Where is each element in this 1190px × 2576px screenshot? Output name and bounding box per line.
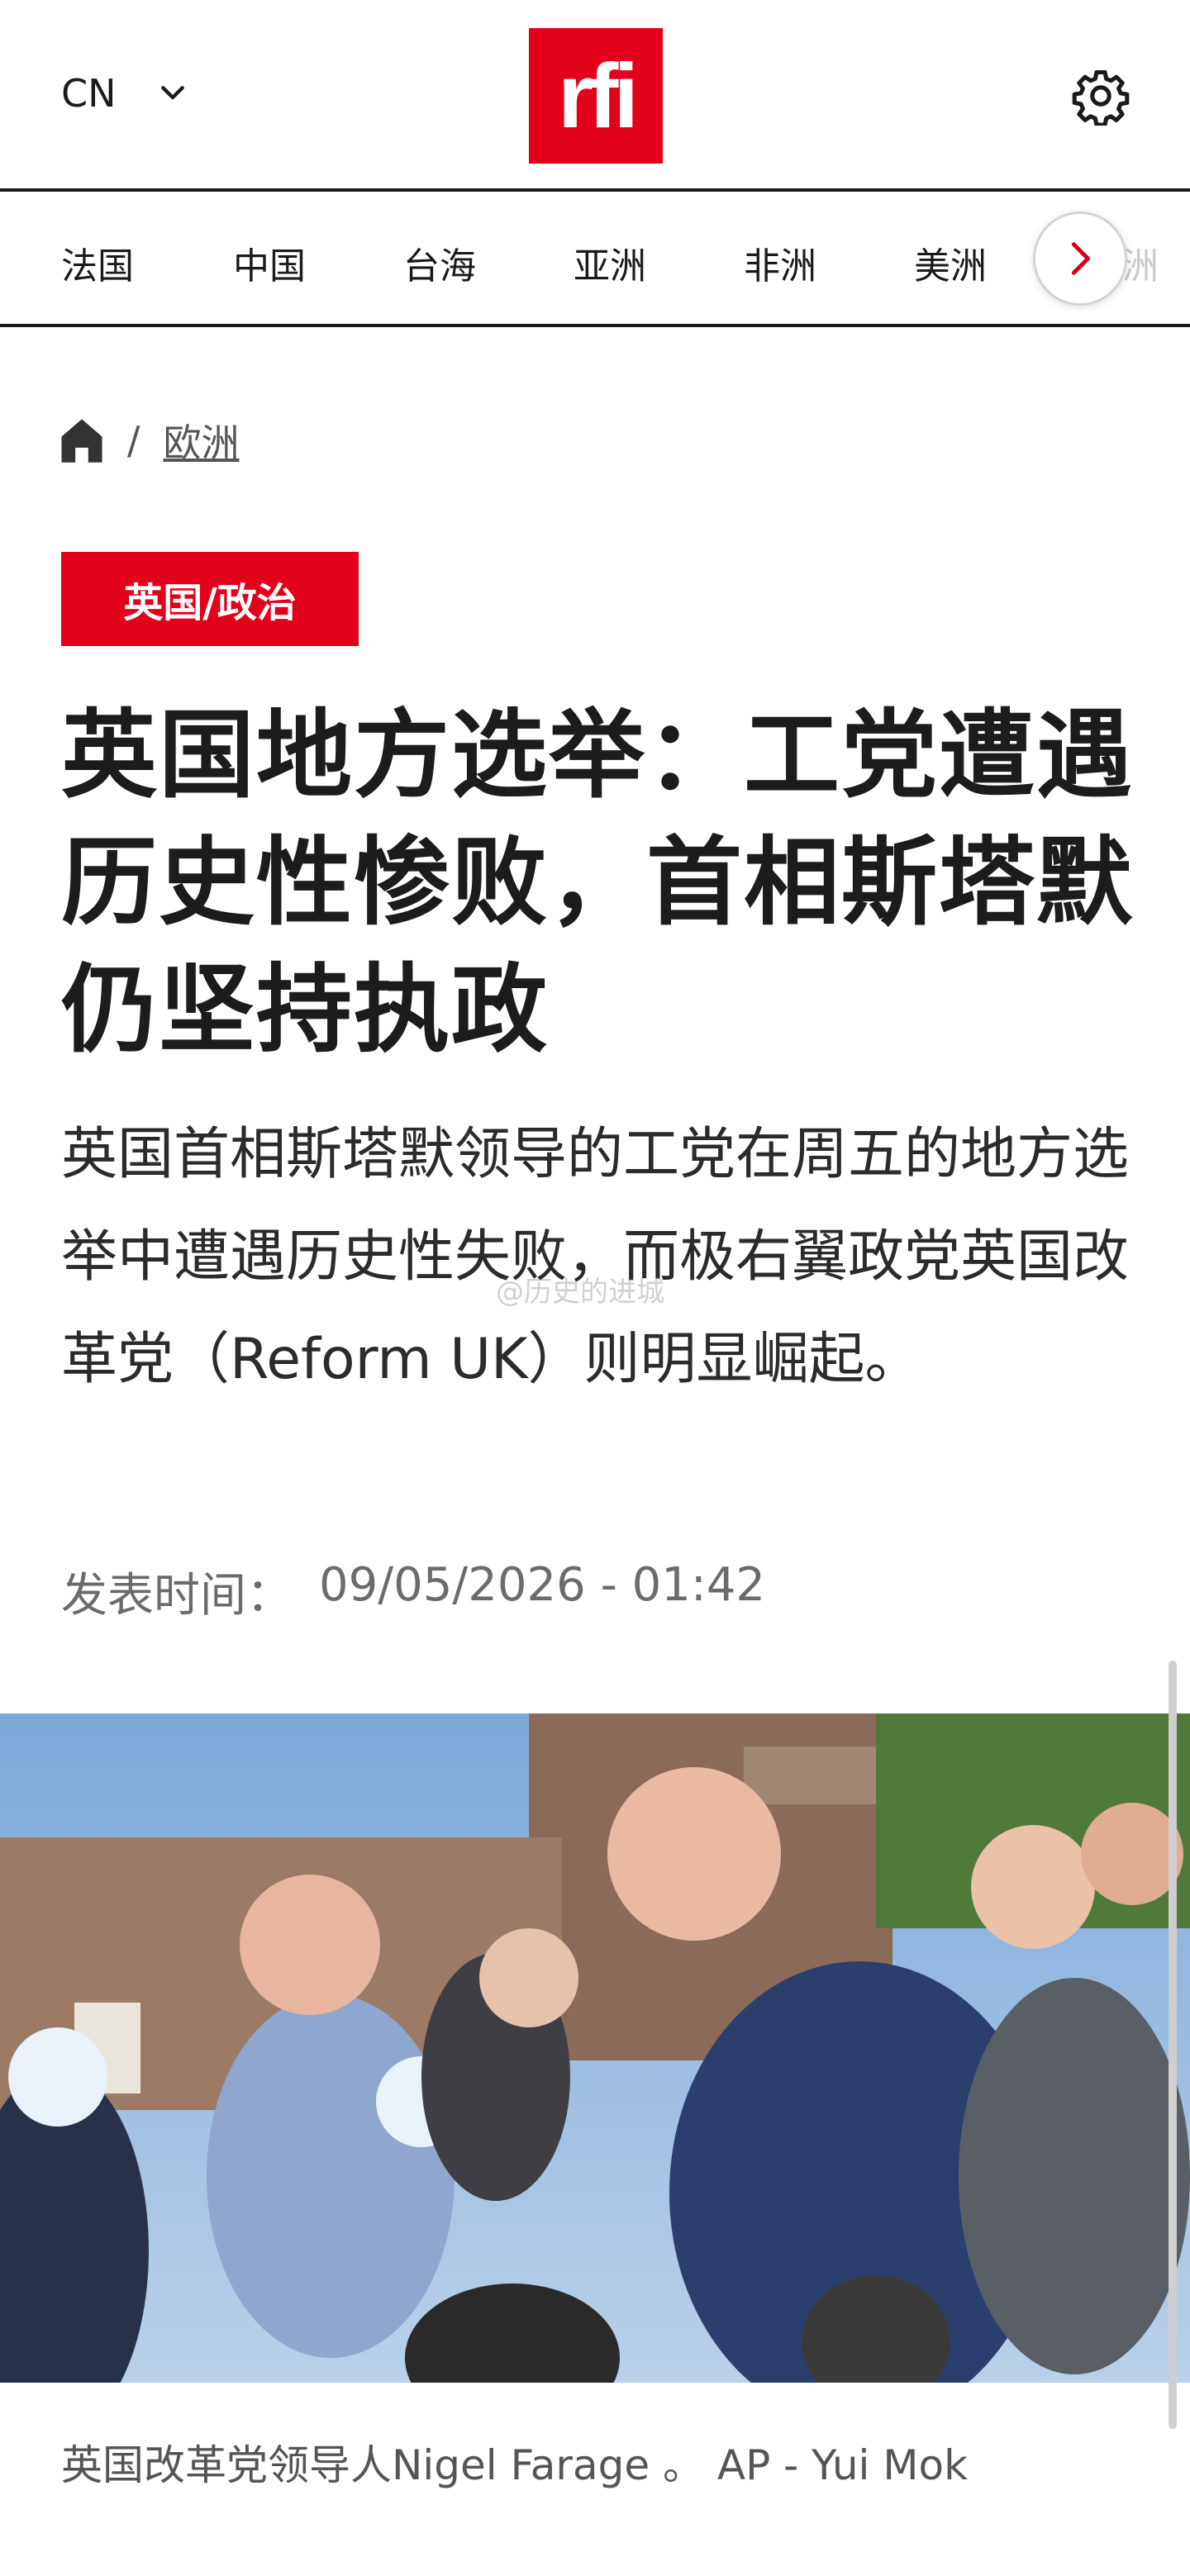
home-icon[interactable] <box>60 416 104 464</box>
page-scrollbar[interactable] <box>1169 1661 1177 2429</box>
nav-scroll-next-button[interactable] <box>1033 211 1127 306</box>
watermark: @历史的进城 <box>496 1276 664 1309</box>
nav-item-asia[interactable]: 亚洲 <box>574 236 646 289</box>
site-header: CN rfi <box>0 0 1190 192</box>
category-nav: 法国 中国 台海 亚洲 非洲 美洲 欧洲 <box>0 195 1190 327</box>
nav-item-china[interactable]: 中国 <box>233 236 306 289</box>
published-label: 发表时间： <box>61 1569 293 1623</box>
article-title: 英国地方选举：工党遭遇历史性惨败，首相斯塔默仍坚持执政 <box>61 700 1134 1066</box>
nav-item-americas[interactable]: 美洲 <box>914 236 987 289</box>
photo-caption: 英国改革党领导人Nigel Farage 。 AP - Yui Mok <box>61 2441 969 2489</box>
language-selector[interactable]: CN <box>61 71 189 116</box>
category-tag[interactable]: 英国/政治 <box>61 552 359 646</box>
photo-illustration <box>0 1713 1190 2383</box>
chevron-down-icon <box>160 86 184 100</box>
language-label: CN <box>61 71 117 116</box>
chevron-right-icon <box>1071 242 1091 275</box>
nav-item-africa[interactable]: 非洲 <box>744 236 816 289</box>
category-tag-label: 英国/政治 <box>123 580 297 626</box>
breadcrumb-separator: / <box>127 418 140 463</box>
logo-text: rfi <box>558 45 639 147</box>
gear-icon[interactable] <box>1071 66 1130 126</box>
rfi-logo[interactable]: rfi <box>529 28 663 164</box>
nav-item-taiwan-strait[interactable]: 台海 <box>403 236 476 289</box>
article-lead: 英国首相斯塔默领导的工党在周五的地方选举中遭遇历史性失败，而极右翼政党英国改革党… <box>61 1122 1130 1392</box>
breadcrumb: / 欧洲 <box>60 413 240 468</box>
published-date: 发表时间： 09/05/2026 - 01:42 <box>61 1558 765 1625</box>
article-photo <box>0 1713 1190 2383</box>
published-value: 09/05/2026 - 01:42 <box>319 1558 765 1612</box>
nav-item-france[interactable]: 法国 <box>61 236 134 289</box>
breadcrumb-link-europe[interactable]: 欧洲 <box>164 413 240 468</box>
